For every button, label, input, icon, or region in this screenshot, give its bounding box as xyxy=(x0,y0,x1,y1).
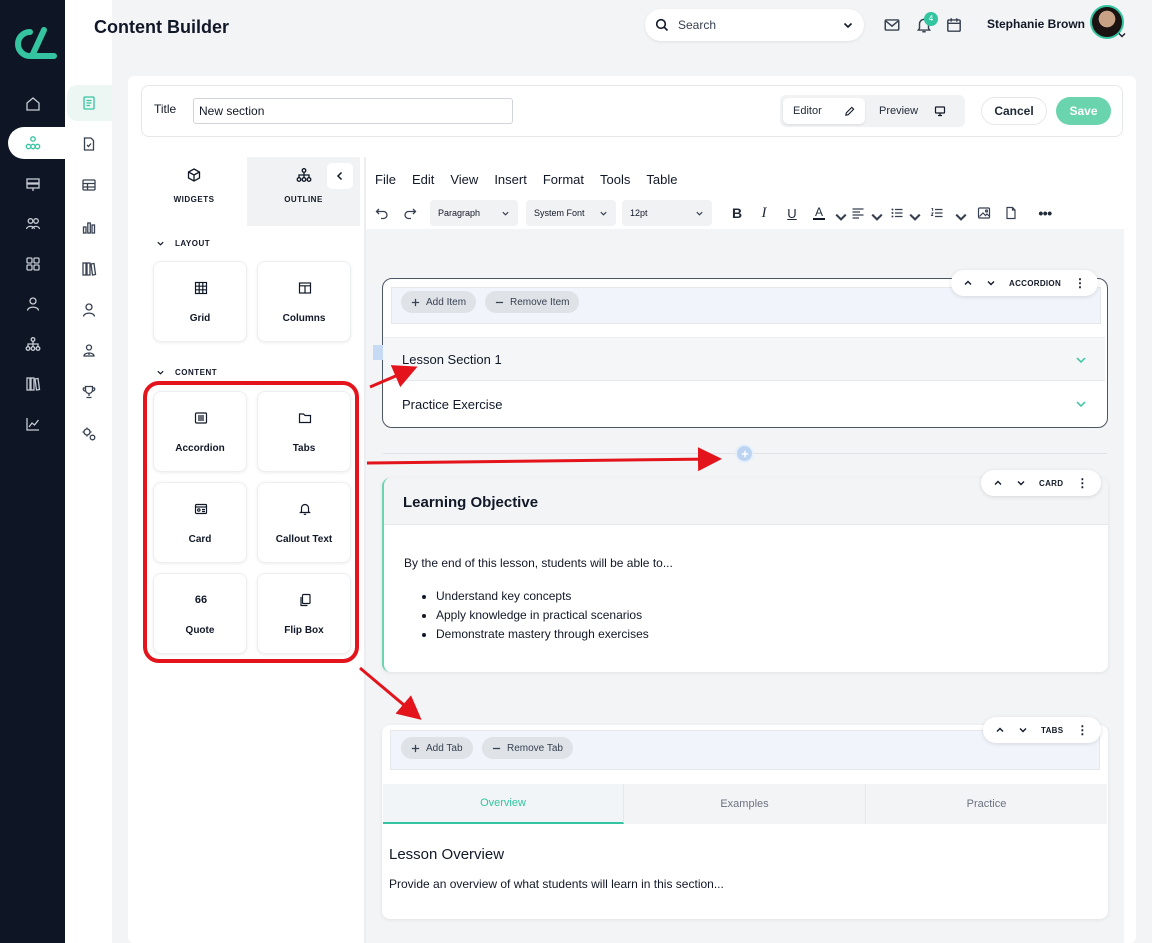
annotation-arrow xyxy=(369,365,418,389)
annotation-arrow xyxy=(366,447,722,472)
annotation-arrows xyxy=(359,365,722,720)
annotation-arrow xyxy=(359,666,422,720)
